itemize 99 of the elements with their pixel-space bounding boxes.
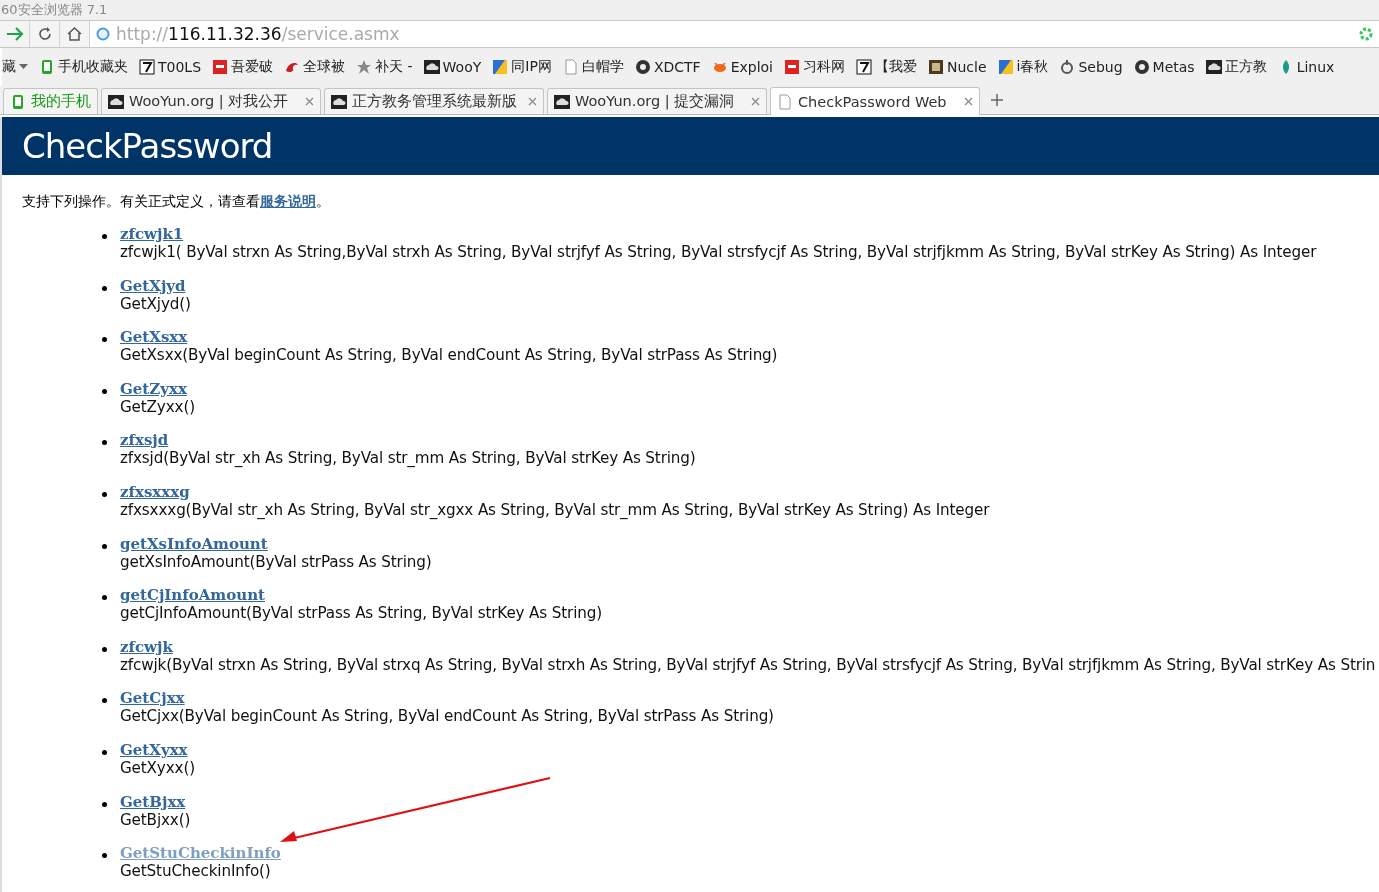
bullet-icon bbox=[102, 853, 107, 859]
seven-icon bbox=[856, 59, 872, 75]
browser-tab[interactable]: WooYun.org | 对我公开 bbox=[101, 88, 321, 114]
bookmark-link[interactable]: 手机收藏夹 bbox=[58, 58, 128, 76]
bookmark-link[interactable]: WooY bbox=[442, 59, 482, 75]
bullet-icon bbox=[102, 543, 107, 549]
bullet-icon bbox=[102, 749, 107, 755]
bullet-icon bbox=[102, 595, 107, 601]
operation-link[interactable]: zfxsjd bbox=[120, 431, 169, 450]
bookmark-link[interactable]: Metas bbox=[1152, 59, 1195, 75]
arrow-icon bbox=[5, 27, 24, 41]
operation-signature: getCjInfoAmount(ByVal strPass As String, ByVal strKey As String) bbox=[120, 604, 603, 623]
browser-tab[interactable]: WooYun.org | 提交漏洞 bbox=[547, 88, 767, 114]
operation-link[interactable]: zfcwjk bbox=[120, 637, 173, 656]
star-icon bbox=[356, 59, 373, 75]
operation-link[interactable]: GetBjxx bbox=[120, 792, 186, 811]
phone-icon bbox=[39, 59, 55, 75]
close-icon[interactable] bbox=[751, 97, 760, 106]
go-button[interactable] bbox=[0, 21, 30, 47]
bullet-icon bbox=[102, 234, 107, 239]
cloud-icon bbox=[423, 59, 440, 75]
close-icon[interactable] bbox=[305, 97, 314, 106]
operation-signature: GetZyxx() bbox=[120, 397, 196, 416]
bookmark-link[interactable]: Linux bbox=[1296, 59, 1335, 75]
operation-signature: GetStuCheckinInfo() bbox=[120, 862, 272, 881]
bookmark-link[interactable]: 同IP网 bbox=[511, 58, 552, 76]
operation-signature: GetXsxx(ByVal beginCount As String, ByVal endCount As String, ByVal strPass As String) bbox=[120, 346, 779, 365]
operation-link[interactable]: GetXjyd bbox=[120, 276, 186, 295]
new-tab-icon[interactable] bbox=[991, 94, 1003, 106]
operation-signature: zfcwjk(ByVal strxn As String, ByVal strxq As String, ByVal strxh As String, ByVal strjfyf As String, ByVal strsfycjf As String, ByVal strjfjkmm As String, ByVal strKey As Strin bbox=[120, 655, 1377, 674]
operation-link[interactable]: GetXyxx bbox=[120, 740, 188, 759]
cloud-icon bbox=[1205, 59, 1222, 75]
window-title: 60安全浏览器 7.1 bbox=[1, 1, 108, 19]
bookmark-link[interactable]: i春秋 bbox=[1016, 58, 1049, 76]
loading-icon bbox=[1359, 27, 1373, 41]
bookmark-link[interactable]: 正方教 bbox=[1224, 58, 1267, 76]
page-heading: CheckPassword bbox=[22, 126, 273, 166]
phone-icon bbox=[10, 93, 26, 110]
page-icon bbox=[777, 93, 793, 110]
close-icon[interactable] bbox=[964, 97, 973, 106]
page-icon bbox=[562, 59, 579, 75]
operation-signature: zfxsxxxg(ByVal str_xh As String, ByVal str_xgxx As String, ByVal str_mm As String, ByVal strKey As String) As Integer bbox=[120, 500, 991, 519]
seven-icon bbox=[139, 59, 155, 75]
bookmark-link[interactable]: 【我爱 bbox=[875, 58, 917, 76]
ring-icon bbox=[1059, 59, 1076, 75]
close-icon[interactable] bbox=[528, 97, 537, 106]
bullet-icon bbox=[102, 646, 107, 652]
home-button[interactable] bbox=[60, 21, 90, 47]
bookmark-link[interactable]: Nucle bbox=[947, 59, 987, 75]
operation-link[interactable]: GetXsxx bbox=[120, 328, 188, 347]
home-icon bbox=[67, 27, 82, 41]
chip-icon bbox=[928, 59, 944, 75]
intro-text: 支持下列操作。有关正式定义，请查看服务说明。 bbox=[22, 193, 331, 211]
operation-signature: GetXyxx() bbox=[120, 758, 196, 777]
bullet-icon bbox=[102, 337, 107, 343]
bookmark-link[interactable]: 补天 - bbox=[375, 58, 413, 76]
service-description-link[interactable]: 服务说明 bbox=[260, 193, 316, 209]
bookmark-folder[interactable]: 藏 bbox=[2, 58, 28, 76]
bookmark-link[interactable]: 白帽学 bbox=[581, 58, 624, 76]
square-logo-icon bbox=[784, 59, 800, 75]
browser-tab[interactable]: 正方教务管理系统最新版 bbox=[324, 88, 544, 114]
bullet-icon bbox=[102, 440, 107, 446]
operation-signature: zfxsjd(ByVal str_xh As String, ByVal str_mm As String, ByVal strKey As String) bbox=[120, 449, 697, 468]
bookmark-link[interactable]: 习科网 bbox=[803, 58, 845, 76]
refresh-icon bbox=[37, 27, 52, 41]
bullet-icon bbox=[102, 698, 107, 704]
bullet-icon bbox=[102, 285, 107, 291]
browser-tab[interactable]: CheckPassword Web bbox=[770, 87, 980, 115]
bookmark-link[interactable]: XDCTF bbox=[653, 59, 701, 75]
cloud-icon bbox=[554, 93, 570, 110]
operation-link[interactable]: GetCjxx bbox=[120, 689, 185, 708]
bullet-icon bbox=[102, 801, 107, 807]
refresh-button[interactable] bbox=[30, 21, 60, 47]
square-logo-icon bbox=[212, 59, 229, 75]
bookmark-link[interactable]: Exploi bbox=[730, 59, 773, 75]
address-field[interactable]: http://116.11.32.36/service.asmx bbox=[90, 21, 1379, 47]
bookmark-link[interactable]: 吾爱破 bbox=[231, 58, 274, 76]
split-square-icon bbox=[997, 59, 1014, 75]
url-text: http://116.11.32.36/service.asmx bbox=[116, 24, 401, 44]
split-square-icon bbox=[492, 59, 509, 75]
bug-icon bbox=[711, 59, 728, 75]
operation-link[interactable]: getXsInfoAmount bbox=[120, 534, 268, 553]
bookmark-link[interactable]: 全球被 bbox=[303, 58, 346, 76]
operation-link[interactable]: zfxsxxxg bbox=[120, 482, 190, 501]
cloud-icon bbox=[331, 93, 347, 110]
operation-link[interactable]: GetZyxx bbox=[120, 379, 187, 398]
operation-signature: GetBjxx() bbox=[120, 810, 192, 829]
bookmark-link[interactable]: T00LS bbox=[158, 59, 202, 75]
bookmark-link[interactable]: Sebug bbox=[1078, 59, 1123, 75]
bullet-icon bbox=[102, 491, 107, 497]
operation-signature: GetXjyd() bbox=[120, 294, 192, 313]
operation-link[interactable]: getCjInfoAmount bbox=[120, 586, 265, 605]
operation-signature: getXsInfoAmount(ByVal strPass As String) bbox=[120, 552, 433, 571]
operation-signature: zfcwjk1( ByVal strxn As String,ByVal strxh As String, ByVal strjfyf As String, ByVal strsfycjf As String, ByVal strjfjkmm As String, ByVal strKey As String) As Integer bbox=[120, 243, 1318, 261]
operation-signature: GetCjxx(ByVal beginCount As String, ByVal endCount As String, ByVal strPass As String) bbox=[120, 707, 775, 726]
bullet-icon bbox=[102, 388, 107, 394]
cloud-icon bbox=[108, 93, 124, 110]
caret-icon bbox=[19, 64, 28, 70]
operation-link[interactable]: zfcwjk1 bbox=[120, 225, 184, 243]
